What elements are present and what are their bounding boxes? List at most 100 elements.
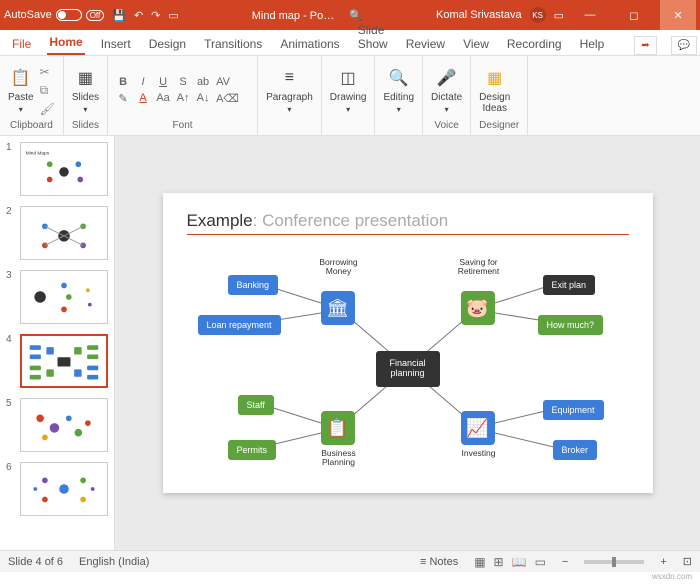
tab-file[interactable]: File bbox=[10, 33, 33, 55]
shadow-button[interactable]: ab bbox=[196, 76, 210, 88]
thumb-6[interactable]: 6 bbox=[0, 460, 114, 518]
center-node[interactable]: Financial planning bbox=[376, 351, 440, 387]
editing-icon: 🔍 bbox=[387, 66, 411, 90]
tab-view[interactable]: View bbox=[461, 33, 491, 55]
reading-view-icon[interactable]: 📖 bbox=[512, 555, 527, 569]
paragraph-icon: ≡ bbox=[277, 66, 301, 90]
group-designer: Designer bbox=[479, 120, 519, 131]
slide-thumbnails: 1Mind Maps 2 3 4 5 6 bbox=[0, 136, 115, 550]
doc-title: Mind map - Po… bbox=[252, 10, 335, 22]
dictate-button[interactable]: 🎤Dictate▾ bbox=[431, 66, 462, 114]
slides-button[interactable]: ▦Slides▾ bbox=[72, 66, 99, 114]
cut-icon[interactable]: ✂ bbox=[40, 65, 55, 79]
tab-slideshow[interactable]: Slide Show bbox=[356, 19, 390, 55]
paragraph-button[interactable]: ≡Paragraph▾ bbox=[266, 66, 313, 114]
clear-format-button[interactable]: A⌫ bbox=[216, 92, 230, 105]
node-banking[interactable]: Banking bbox=[228, 275, 279, 295]
thumb-1[interactable]: 1Mind Maps bbox=[0, 140, 114, 198]
slide-canvas[interactable]: Example: Conference presentation Financi… bbox=[115, 136, 700, 550]
redo-icon[interactable]: ↷ bbox=[151, 9, 160, 22]
bold-button[interactable]: B bbox=[116, 76, 130, 88]
saving-icon[interactable]: 🐷 bbox=[461, 291, 495, 325]
slideshow-view-icon[interactable]: ▭ bbox=[535, 555, 546, 569]
highlight-button[interactable]: ✎ bbox=[116, 92, 130, 105]
tab-design[interactable]: Design bbox=[147, 33, 188, 55]
share-button[interactable]: ➦ bbox=[634, 36, 656, 55]
mic-icon: 🎤 bbox=[435, 66, 459, 90]
notes-button[interactable]: ≡ Notes bbox=[420, 556, 458, 568]
slides-icon: ▦ bbox=[73, 66, 97, 90]
thumb-2[interactable]: 2 bbox=[0, 204, 114, 262]
business-icon[interactable]: 📋 bbox=[321, 411, 355, 445]
minimize-button[interactable]: — bbox=[572, 0, 608, 30]
tab-insert[interactable]: Insert bbox=[99, 33, 133, 55]
zoom-slider[interactable] bbox=[584, 560, 644, 564]
drawing-button[interactable]: ◫Drawing▾ bbox=[330, 66, 367, 114]
group-font: Font bbox=[116, 120, 249, 131]
italic-button[interactable]: I bbox=[136, 76, 150, 88]
group-slides: Slides bbox=[72, 120, 99, 131]
saving-label: Saving for Retirement bbox=[451, 258, 507, 277]
autosave-state: Off bbox=[86, 10, 105, 21]
node-staff[interactable]: Staff bbox=[238, 395, 274, 415]
node-loan[interactable]: Loan repayment bbox=[198, 315, 281, 335]
copy-icon[interactable]: ⧉ bbox=[40, 83, 55, 98]
business-label: Business Planning bbox=[313, 449, 365, 468]
slideshow-icon[interactable]: ▭ bbox=[168, 9, 178, 22]
zoom-in-button[interactable]: + bbox=[660, 556, 666, 568]
tab-help[interactable]: Help bbox=[578, 33, 607, 55]
mindmap: Financial planning 🏛 Borrowing Money 🐷 S… bbox=[163, 243, 653, 493]
design-ideas-icon: ▦ bbox=[483, 66, 507, 90]
node-exit[interactable]: Exit plan bbox=[543, 275, 596, 295]
underline-button[interactable]: U bbox=[156, 76, 170, 88]
grow-font-button[interactable]: A↑ bbox=[176, 92, 190, 104]
borrowing-label: Borrowing Money bbox=[311, 258, 367, 277]
node-permits[interactable]: Permits bbox=[228, 440, 277, 460]
sorter-view-icon[interactable]: ⊞ bbox=[494, 555, 504, 569]
thumb-5[interactable]: 5 bbox=[0, 396, 114, 454]
maximize-button[interactable]: ◻ bbox=[616, 0, 652, 30]
user-name[interactable]: Komal Srivastava bbox=[436, 9, 522, 21]
paste-button[interactable]: 📋Paste▾ bbox=[8, 66, 34, 114]
thumb-4[interactable]: 4 bbox=[0, 332, 114, 390]
avatar[interactable]: KS bbox=[530, 7, 546, 23]
tab-recording[interactable]: Recording bbox=[505, 33, 564, 55]
investing-icon[interactable]: 📈 bbox=[461, 411, 495, 445]
tab-animations[interactable]: Animations bbox=[278, 33, 341, 55]
node-howmuch[interactable]: How much? bbox=[538, 315, 604, 335]
zoom-out-button[interactable]: − bbox=[562, 556, 568, 568]
group-voice: Voice bbox=[431, 120, 462, 131]
editing-button[interactable]: 🔍Editing▾ bbox=[383, 66, 414, 114]
design-ideas-button[interactable]: ▦Design Ideas bbox=[479, 66, 510, 114]
investing-label: Investing bbox=[458, 449, 500, 458]
shrink-font-button[interactable]: A↓ bbox=[196, 92, 210, 104]
node-broker[interactable]: Broker bbox=[553, 440, 598, 460]
format-painter-icon[interactable]: 🖌 bbox=[40, 102, 55, 116]
tab-review[interactable]: Review bbox=[404, 33, 447, 55]
svg-text:Mind Maps: Mind Maps bbox=[26, 151, 50, 157]
paste-icon: 📋 bbox=[9, 66, 33, 90]
slide-title: Example: Conference presentation bbox=[187, 211, 629, 231]
borrowing-icon[interactable]: 🏛 bbox=[321, 291, 355, 325]
close-button[interactable]: ✕ bbox=[660, 0, 696, 30]
save-icon[interactable]: 💾 bbox=[112, 9, 126, 22]
title-rule bbox=[187, 234, 629, 235]
strike-button[interactable]: S bbox=[176, 76, 190, 88]
thumb-3[interactable]: 3 bbox=[0, 268, 114, 326]
normal-view-icon[interactable]: ▦ bbox=[474, 555, 485, 569]
ribbon-options-icon[interactable]: ▭ bbox=[554, 9, 564, 22]
spacing-button[interactable]: AV bbox=[216, 76, 230, 88]
undo-icon[interactable]: ↶ bbox=[134, 9, 143, 22]
autosave-toggle[interactable] bbox=[56, 9, 82, 21]
status-slide[interactable]: Slide 4 of 6 bbox=[8, 556, 63, 568]
autosave-label: AutoSave bbox=[4, 9, 52, 21]
slide: Example: Conference presentation Financi… bbox=[163, 193, 653, 493]
tab-transitions[interactable]: Transitions bbox=[202, 33, 264, 55]
status-lang[interactable]: English (India) bbox=[79, 556, 149, 568]
font-color-button[interactable]: A bbox=[136, 92, 150, 104]
comments-button[interactable]: 💬 bbox=[671, 36, 697, 55]
fit-button[interactable]: ⊡ bbox=[683, 555, 692, 568]
change-case-button[interactable]: Aa bbox=[156, 92, 170, 104]
tab-home[interactable]: Home bbox=[47, 31, 84, 55]
node-equipment[interactable]: Equipment bbox=[543, 400, 604, 420]
